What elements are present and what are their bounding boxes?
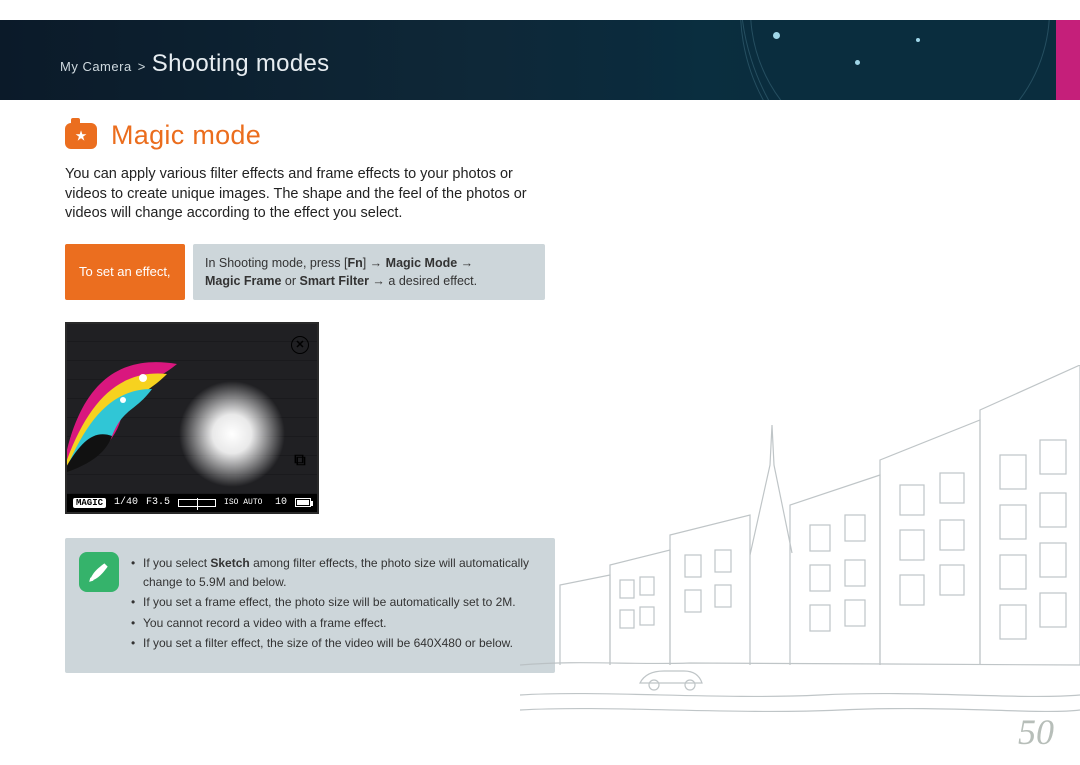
intro-text: You can apply various filter effects and…: [65, 165, 545, 224]
flash-off-icon: ✕: [291, 336, 309, 354]
status-shots: 10: [275, 497, 287, 508]
battery-icon: [295, 498, 311, 507]
page-number: 50: [1018, 711, 1054, 753]
note-item: You cannot record a video with a frame e…: [131, 614, 541, 633]
stack-icon: ⧉: [291, 452, 309, 470]
instr-text: →: [457, 256, 473, 270]
instr-bold: Magic Frame: [205, 274, 281, 288]
note-list: If you select Sketch among filter effect…: [131, 552, 541, 655]
instr-key: Fn: [347, 256, 362, 270]
status-shutter: 1/40: [114, 497, 138, 508]
decor-dot: [855, 60, 860, 65]
instruction-body: In Shooting mode, press [Fn] → Magic Mod…: [193, 244, 545, 300]
note-bold: Sketch: [210, 556, 249, 570]
decor-dot: [773, 32, 780, 39]
note-item: If you set a filter effect, the size of …: [131, 634, 541, 653]
breadcrumb-separator: >: [138, 59, 146, 74]
section-title: Magic mode: [111, 120, 261, 151]
note-item: If you select Sketch among filter effect…: [131, 554, 541, 591]
ev-gauge-icon: [178, 499, 216, 507]
instruction-row: To set an effect, In Shooting mode, pres…: [65, 244, 545, 300]
instruction-label: To set an effect,: [65, 244, 185, 300]
preview-flare: [177, 379, 287, 489]
preview-status-bar: MAGIC 1/40 F3.5 ISO AUTO 10: [67, 494, 317, 512]
status-aperture: F3.5: [146, 497, 170, 508]
instr-text: or: [281, 274, 299, 288]
status-iso: ISO AUTO: [224, 498, 262, 507]
note-box: If you select Sketch among filter effect…: [65, 538, 555, 673]
pen-icon: [79, 552, 119, 592]
breadcrumb: My Camera > Shooting modes: [60, 50, 329, 78]
instr-text: → a desired effect.: [369, 274, 477, 288]
breadcrumb-current: Shooting modes: [152, 50, 330, 78]
camera-preview: ✕ ⧉ MAGIC 1/40 F3.5 ISO AUTO 10: [65, 322, 319, 514]
note-item: If you set a frame effect, the photo siz…: [131, 593, 541, 612]
note-text: If you select: [143, 556, 210, 570]
section-tab: [1056, 20, 1080, 100]
instr-bold: Smart Filter: [299, 274, 368, 288]
decor-dot: [916, 38, 920, 42]
instr-text: In Shooting mode, press [: [205, 256, 347, 270]
city-illustration: [520, 365, 1080, 725]
instr-text: ] →: [363, 256, 386, 270]
instr-bold: Magic Mode: [386, 256, 458, 270]
breadcrumb-root: My Camera: [60, 59, 132, 74]
preview-art: [65, 344, 187, 484]
camera-star-icon: ★: [65, 123, 97, 149]
status-mode: MAGIC: [73, 498, 106, 508]
